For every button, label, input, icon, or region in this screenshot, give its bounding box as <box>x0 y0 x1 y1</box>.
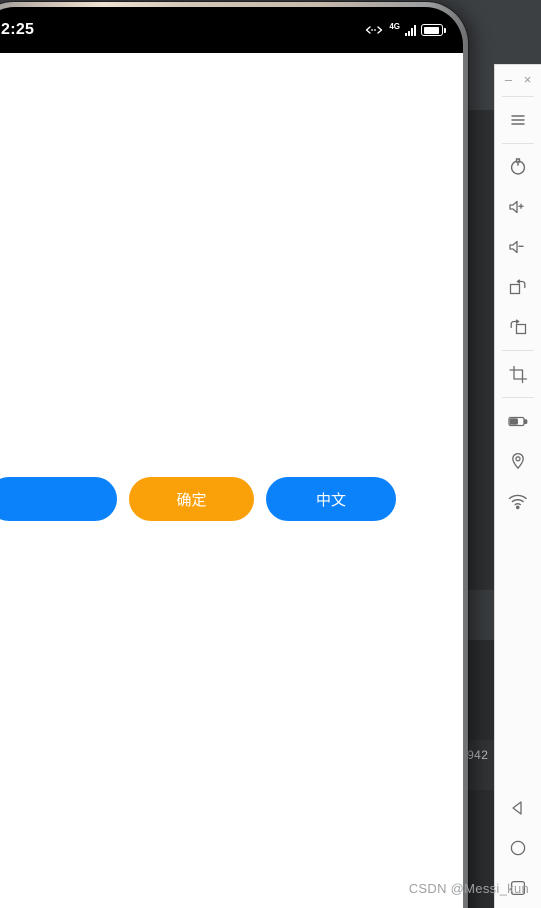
nav-back-icon[interactable] <box>495 788 541 828</box>
close-button[interactable]: × <box>520 71 536 87</box>
toolbar-divider <box>502 397 534 398</box>
button-row: 确定 中文 <box>0 477 396 521</box>
volume-down-icon[interactable] <box>495 227 541 267</box>
battery-icon <box>421 24 446 36</box>
phone-device-frame: 2:25 4G 确定 中文 <box>0 2 498 908</box>
wifi-icon[interactable] <box>495 481 541 521</box>
app-content-area: 确定 中文 <box>0 53 463 908</box>
location-icon[interactable] <box>495 441 541 481</box>
phone-screen: 2:25 4G 确定 中文 <box>0 7 463 908</box>
volume-up-icon[interactable] <box>495 187 541 227</box>
phone-bezel: 2:25 4G 确定 中文 <box>0 7 463 908</box>
rotate-left-icon[interactable] <box>495 307 541 347</box>
toolbar-divider <box>502 350 534 351</box>
toolbar-divider <box>502 143 534 144</box>
status-bar: 2:25 4G <box>0 7 463 53</box>
rotate-right-icon[interactable] <box>495 267 541 307</box>
status-bar-clock: 2:25 <box>1 21 35 38</box>
toolbar-divider <box>502 96 534 97</box>
emulator-toolbar: – × <box>494 64 541 908</box>
power-icon[interactable] <box>495 147 541 187</box>
minimize-button[interactable]: – <box>501 71 517 87</box>
signal-bars-icon <box>405 25 416 36</box>
chinese-language-button[interactable]: 中文 <box>266 477 396 521</box>
status-bar-indicators: 4G <box>364 22 446 36</box>
nav-home-icon[interactable] <box>495 828 541 868</box>
battery-icon[interactable] <box>495 401 541 441</box>
network-type-label: 4G <box>389 22 400 31</box>
primary-button[interactable] <box>0 477 117 521</box>
screen-root: 3942 2:25 4G 确定 中文 – × CSDN @Messi_kun <box>0 0 541 908</box>
screenshot-icon[interactable] <box>495 354 541 394</box>
nav-recents-icon[interactable] <box>495 868 541 908</box>
data-transfer-icon <box>364 24 384 36</box>
window-controls: – × <box>495 65 541 93</box>
menu-icon[interactable] <box>495 100 541 140</box>
confirm-button[interactable]: 确定 <box>129 477 254 521</box>
